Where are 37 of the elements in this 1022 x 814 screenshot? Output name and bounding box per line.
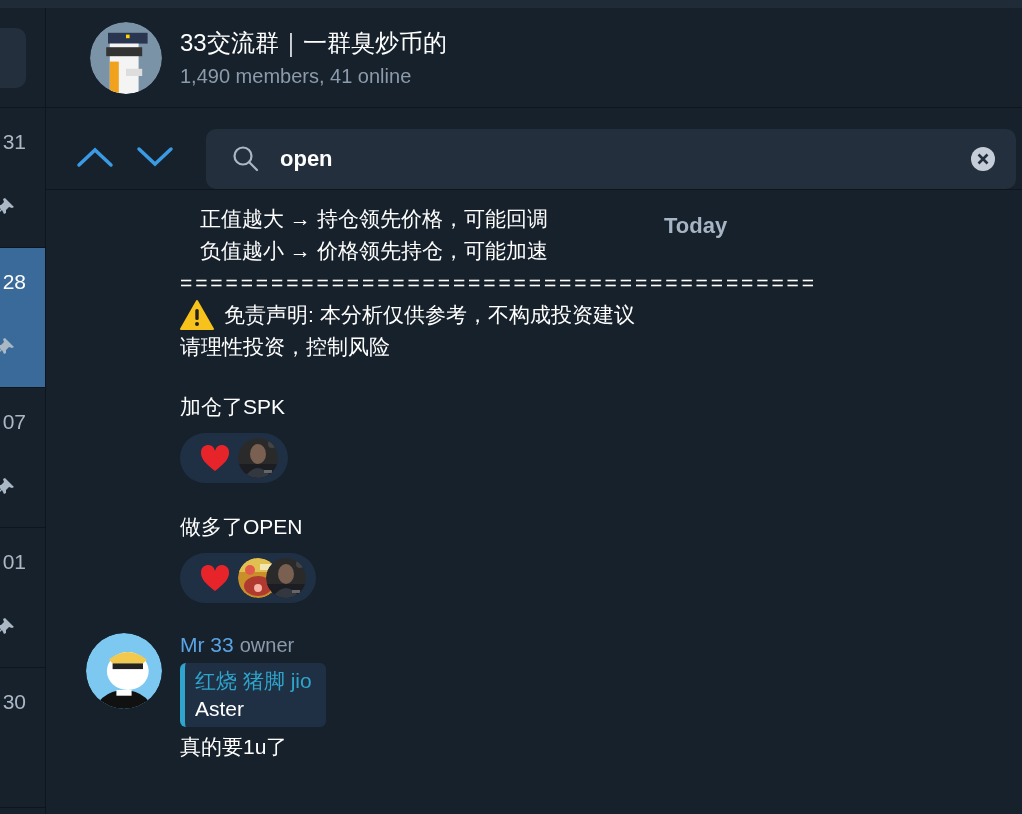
chat-item[interactable]: 07: [0, 388, 45, 528]
quoted-sender: 红烧 猪脚 jio: [195, 668, 312, 694]
heart-icon: [200, 564, 230, 592]
pin-icon: [0, 616, 16, 636]
pin-icon: [0, 196, 16, 216]
search-field[interactable]: open: [206, 129, 1016, 189]
message-text: 做多了OPEN: [180, 514, 303, 540]
reply-quote[interactable]: 红烧 猪脚 jio Aster: [180, 663, 326, 727]
message-text: 负值越小 → 价格领先持仓，可能加速: [199, 238, 548, 264]
chat-date: 07: [1, 410, 26, 434]
chat-date: 28: [1, 270, 26, 294]
quoted-text: Aster: [195, 696, 245, 722]
chat-date: 31: [1, 130, 26, 154]
search-query[interactable]: open: [280, 146, 333, 172]
message-text: ==========================================: [180, 270, 817, 296]
chat-item[interactable]: 01: [0, 528, 45, 668]
chat-item[interactable]: 30: [0, 668, 45, 808]
chat-title: 33交流群｜一群臭炒币的: [180, 28, 447, 59]
message-text: 免责声明: 本分析仅供参考，不构成投资建议: [224, 302, 635, 328]
message-text: 请理性投资，控制风险: [180, 334, 390, 360]
heart-icon: [200, 444, 230, 472]
pin-icon: [0, 336, 16, 356]
chat-date: 30: [1, 690, 26, 714]
chat-item[interactable]: 28: [0, 248, 45, 388]
clear-icon[interactable]: [970, 146, 996, 172]
date-label: Today: [664, 213, 728, 239]
message-text: 正值越大 → 持仓领先价格，可能回调: [199, 206, 548, 232]
chat-date: 01: [1, 550, 26, 574]
member-count: 1,490 members, 41 online: [180, 65, 413, 88]
pin-icon: [0, 476, 16, 496]
sender-name[interactable]: Mr 33: [180, 633, 234, 656]
warning-icon: [180, 300, 214, 330]
message-text: 加仓了SPK: [180, 394, 286, 420]
search-icon: [232, 145, 260, 173]
role-label: owner: [239, 634, 295, 656]
reaction-chip[interactable]: [180, 553, 316, 603]
message-text: 真的要1u了: [180, 734, 288, 760]
